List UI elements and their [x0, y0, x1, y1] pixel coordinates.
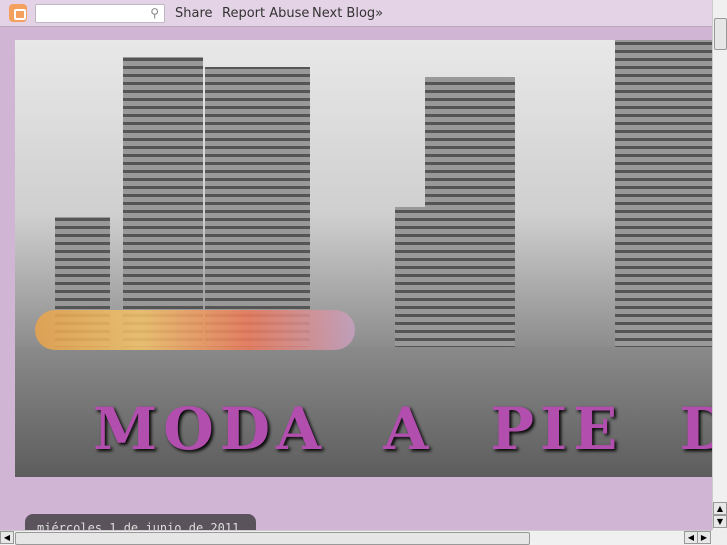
- blogger-logo-icon[interactable]: [9, 4, 27, 22]
- vertical-scrollbar[interactable]: ▲ ▼: [712, 0, 727, 530]
- scroll-up-icon[interactable]: ▲: [713, 502, 727, 515]
- blog-header-image[interactable]: MODA A PIE DE C: [15, 40, 712, 477]
- horizontal-scroll-thumb[interactable]: [15, 532, 530, 545]
- vertical-scroll-thumb[interactable]: [714, 18, 727, 50]
- search-input[interactable]: ⚲: [35, 4, 165, 23]
- scrollbar-corner: [712, 530, 727, 545]
- search-icon[interactable]: ⚲: [150, 6, 159, 20]
- scroll-right-icon[interactable]: ▶: [697, 531, 711, 544]
- horizontal-scrollbar[interactable]: ◀ ◀ ▶: [0, 530, 712, 545]
- report-abuse-link[interactable]: Report Abuse: [222, 6, 309, 21]
- blog-title: MODA A PIE DE C: [93, 395, 712, 463]
- blogger-navbar: ⚲ Share Report Abuse Next Blog»: [0, 0, 712, 27]
- scroll-left-icon[interactable]: ◀: [684, 531, 698, 544]
- scroll-left-icon[interactable]: ◀: [0, 531, 14, 544]
- share-link[interactable]: Share: [175, 6, 213, 21]
- scroll-down-icon[interactable]: ▼: [713, 515, 727, 528]
- next-blog-link[interactable]: Next Blog»: [312, 6, 383, 21]
